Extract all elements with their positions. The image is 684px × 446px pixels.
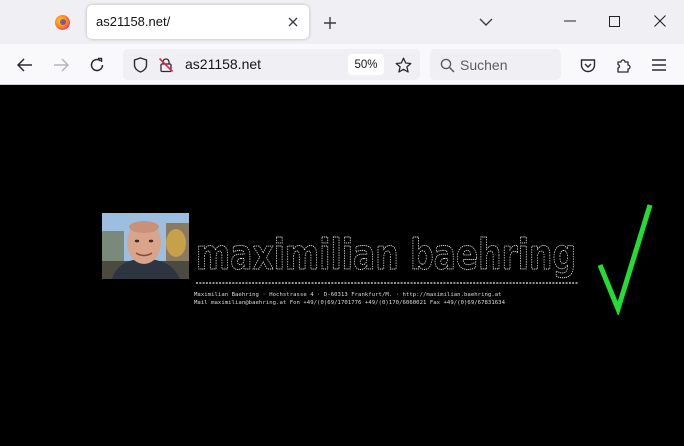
maximize-icon[interactable] xyxy=(604,10,624,32)
reload-icon[interactable] xyxy=(85,53,109,77)
pocket-icon[interactable] xyxy=(576,53,600,77)
portrait-photo xyxy=(102,213,189,279)
contact-line: Mail maximilian@baehring.at Fon +49/(0)6… xyxy=(194,300,506,306)
site-logo: maximilian baehring xyxy=(196,235,578,284)
hamburger-menu-icon[interactable] xyxy=(647,53,671,77)
check-mark-icon xyxy=(597,204,653,315)
star-icon[interactable] xyxy=(393,55,413,75)
firefox-icon xyxy=(46,8,78,36)
forward-arrow-icon[interactable] xyxy=(49,53,73,77)
tab-strip: as21158.net/ xyxy=(0,0,684,44)
tab-title: as21158.net/ xyxy=(96,14,171,29)
chevron-down-icon[interactable] xyxy=(476,12,496,32)
shield-icon[interactable] xyxy=(131,56,149,74)
search-placeholder: Suchen xyxy=(460,57,508,73)
plus-icon[interactable] xyxy=(319,12,341,34)
url-bar[interactable]: as21158.net 50% xyxy=(123,49,420,80)
puzzle-icon[interactable] xyxy=(612,53,636,77)
search-input[interactable]: Suchen xyxy=(430,49,561,80)
close-icon[interactable] xyxy=(284,13,302,31)
close-icon[interactable] xyxy=(650,10,670,32)
insecure-lock-icon[interactable] xyxy=(157,56,175,74)
navigation-bar: as21158.net 50% Suchen xyxy=(0,44,684,85)
tab-active[interactable]: as21158.net/ xyxy=(87,5,309,39)
address-line: Maximilian Baehring · Hochstrasse 4 · D-… xyxy=(194,292,502,298)
back-arrow-icon[interactable] xyxy=(13,53,37,77)
logo-text: maximilian baehring xyxy=(196,235,576,279)
url-text[interactable]: as21158.net xyxy=(185,56,261,72)
zoom-level-button[interactable]: 50% xyxy=(348,54,384,75)
minimize-icon[interactable] xyxy=(560,10,580,32)
page-content: maximilian baehring Maximilian Baehring … xyxy=(0,85,684,446)
search-icon xyxy=(438,56,456,74)
